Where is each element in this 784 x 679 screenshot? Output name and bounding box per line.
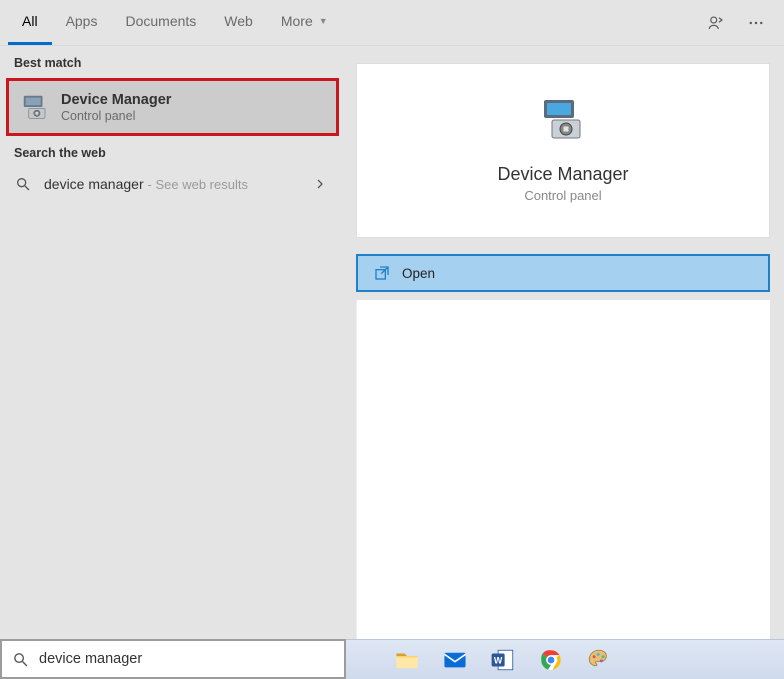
group-best-match: Best match bbox=[0, 46, 346, 78]
group-search-web: Search the web bbox=[0, 136, 346, 168]
taskbar-chrome[interactable] bbox=[528, 640, 574, 679]
more-icon bbox=[747, 14, 765, 32]
search-tabs: All Apps Documents Web More▼ bbox=[0, 0, 784, 46]
mail-icon bbox=[442, 647, 468, 673]
device-manager-large-icon bbox=[539, 96, 587, 144]
results-pane: Best match Device Manager Control panel … bbox=[0, 46, 346, 639]
search-input[interactable] bbox=[39, 651, 334, 667]
feedback-icon bbox=[707, 14, 725, 32]
tab-documents[interactable]: Documents bbox=[111, 0, 210, 45]
tab-more[interactable]: More▼ bbox=[267, 0, 342, 45]
word-icon: W bbox=[490, 647, 516, 673]
best-match-title: Device Manager bbox=[61, 92, 171, 108]
chevron-right-icon bbox=[314, 178, 332, 190]
best-match-subtitle: Control panel bbox=[61, 109, 171, 123]
more-options-button[interactable] bbox=[736, 0, 776, 45]
caret-down-icon: ▼ bbox=[319, 16, 328, 26]
svg-text:W: W bbox=[494, 655, 503, 665]
tab-apps[interactable]: Apps bbox=[52, 0, 112, 45]
taskbar-paint[interactable] bbox=[576, 640, 622, 679]
web-result-text: device manager - See web results bbox=[44, 176, 302, 192]
detail-title: Device Manager bbox=[497, 164, 628, 185]
device-manager-icon bbox=[19, 91, 51, 123]
search-box[interactable] bbox=[0, 639, 346, 679]
open-label: Open bbox=[402, 266, 435, 281]
open-icon bbox=[374, 265, 390, 281]
taskbar-word[interactable]: W bbox=[480, 640, 526, 679]
detail-subtitle: Control panel bbox=[524, 188, 601, 203]
tab-all[interactable]: All bbox=[8, 0, 52, 45]
taskbar: W bbox=[346, 639, 784, 679]
tab-web[interactable]: Web bbox=[210, 0, 267, 45]
best-match-result[interactable]: Device Manager Control panel bbox=[6, 78, 339, 136]
taskbar-file-explorer[interactable] bbox=[384, 640, 430, 679]
bottom-bar: W bbox=[0, 639, 784, 679]
detail-blank-area bbox=[356, 300, 770, 639]
open-button[interactable]: Open bbox=[356, 254, 770, 292]
feedback-button[interactable] bbox=[696, 0, 736, 45]
taskbar-mail[interactable] bbox=[432, 640, 478, 679]
web-search-result[interactable]: device manager - See web results bbox=[0, 168, 346, 200]
search-icon bbox=[12, 651, 29, 668]
detail-card: Device Manager Control panel bbox=[356, 63, 770, 238]
file-explorer-icon bbox=[394, 647, 420, 673]
chrome-icon bbox=[539, 648, 563, 672]
paint-icon bbox=[586, 647, 612, 673]
detail-pane: Device Manager Control panel Open bbox=[346, 46, 784, 639]
search-icon bbox=[14, 176, 32, 192]
